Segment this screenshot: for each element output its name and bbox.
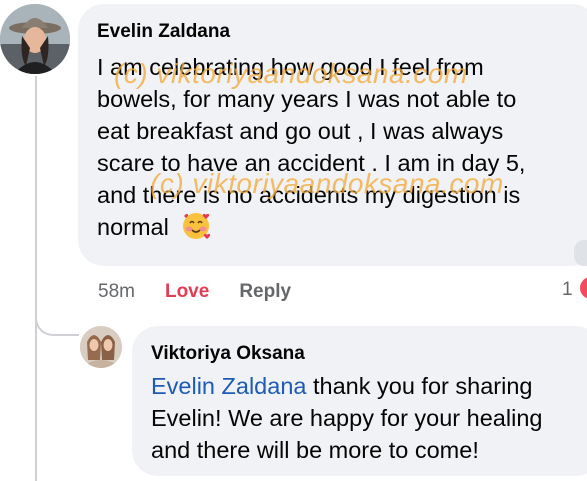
comment-author-name[interactable]: Evelin Zaldana — [97, 20, 230, 44]
comment-text: I am celebrating how good I feel from bo… — [97, 51, 577, 243]
reply-connector-curve — [35, 300, 79, 336]
bubble-edge — [574, 240, 587, 266]
comment-thread: Evelin Zaldana I am celebrating how good… — [0, 0, 587, 481]
comment-text-content: I am celebrating how good I feel from bo… — [97, 54, 526, 240]
avatar[interactable] — [80, 326, 122, 368]
avatar[interactable] — [0, 4, 70, 74]
reaction-count[interactable]: 1 — [562, 279, 573, 301]
heart-reaction-icon[interactable] — [578, 275, 587, 301]
reply-text: Evelin Zaldana thank you for sharing Eve… — [151, 370, 587, 466]
comment-actions: 58m Love Reply — [98, 279, 291, 305]
love-button[interactable]: Love — [165, 281, 209, 303]
mention-link[interactable]: Evelin Zaldana — [151, 373, 306, 399]
reply-button[interactable]: Reply — [239, 281, 291, 303]
smiling-face-with-hearts-icon — [181, 211, 211, 241]
thread-connector-line — [35, 76, 37, 481]
reply-author-name[interactable]: Viktoriya Oksana — [151, 342, 305, 366]
avatar-photo-icon — [0, 4, 70, 74]
avatar-photo-icon — [80, 326, 122, 368]
comment-timestamp[interactable]: 58m — [98, 281, 135, 303]
